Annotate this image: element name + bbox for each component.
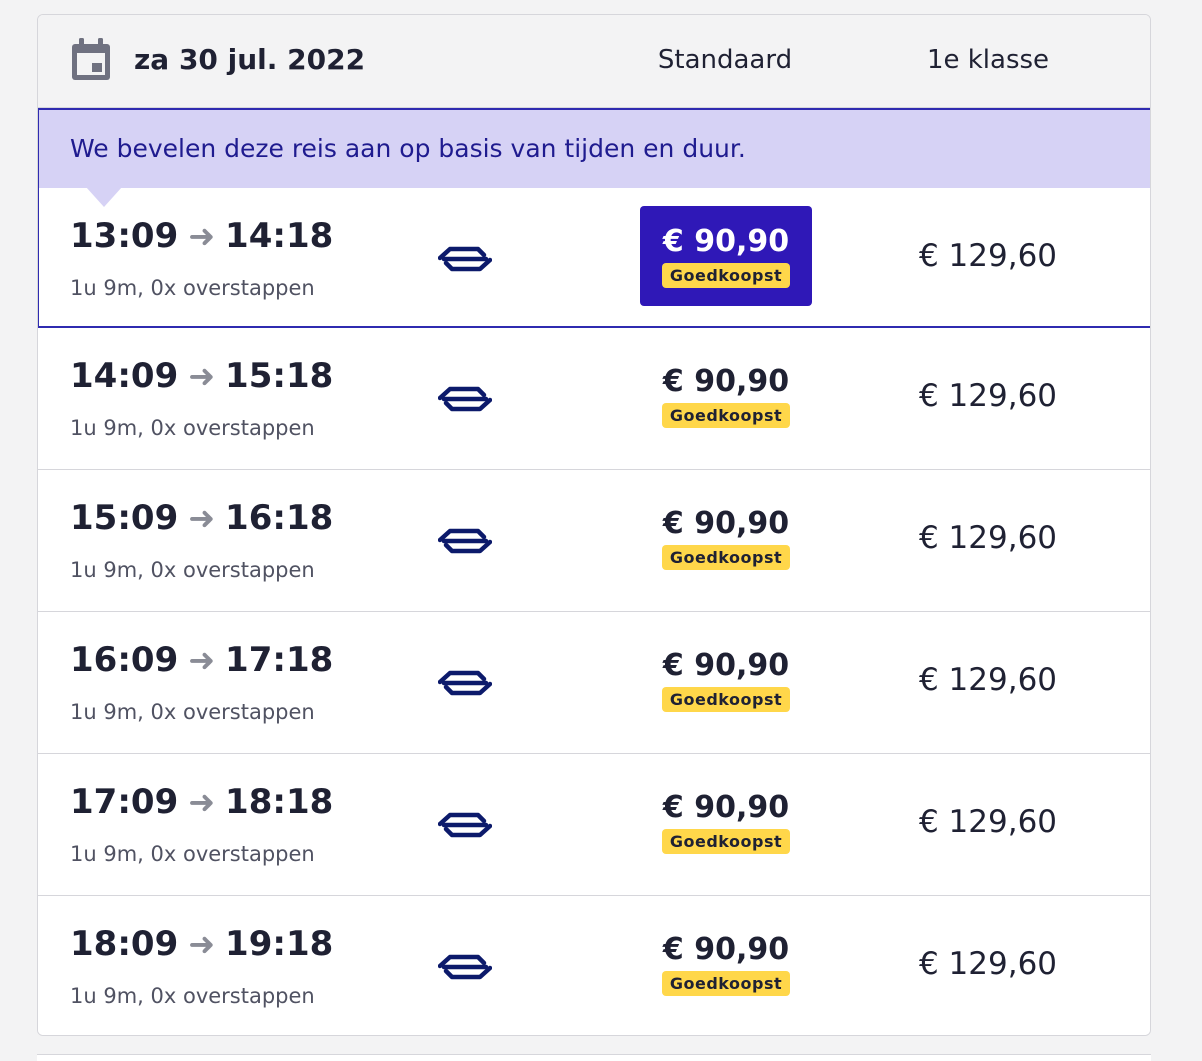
journey-times: 14:09 ➜ 15:18 — [70, 356, 333, 396]
ns-logo-icon — [438, 954, 492, 980]
standard-price: € 90,90 — [662, 790, 790, 825]
arrow-right-icon: ➜ — [188, 641, 216, 679]
ns-logo-icon — [438, 812, 492, 838]
first-class-price-option[interactable]: € 129,60 — [878, 378, 1098, 414]
arrow-right-icon: ➜ — [188, 925, 216, 963]
arrow-right-icon: ➜ — [188, 499, 216, 537]
standard-price-option[interactable]: € 90,90 Goedkoopst — [640, 206, 812, 306]
first-class-price-option[interactable]: € 129,60 — [878, 520, 1098, 556]
arrow-right-icon: ➜ — [188, 357, 216, 395]
arrival-time: 18:18 — [225, 782, 334, 822]
first-class-price-option[interactable]: € 129,60 — [878, 946, 1098, 982]
journey-duration-transfers: 1u 9m, 0x overstappen — [70, 276, 315, 300]
cheapest-badge: Goedkoopst — [661, 263, 791, 288]
column-header-standard: Standaard — [657, 45, 793, 75]
departure-time: 18:09 — [70, 924, 179, 964]
recommendation-banner: We bevelen deze reis aan op basis van ti… — [38, 108, 1150, 188]
cheapest-badge: Goedkoopst — [661, 687, 791, 712]
journey-duration-transfers: 1u 9m, 0x overstappen — [70, 842, 315, 866]
journey-row[interactable]: 16:09 ➜ 17:18 1u 9m, 0x overstappen € 90,9… — [38, 612, 1150, 754]
departure-time: 14:09 — [70, 356, 179, 396]
journey-row[interactable]: 18:09 ➜ 19:18 1u 9m, 0x overstappen € 90,9… — [38, 896, 1150, 1035]
travel-date: za 30 jul. 2022 — [134, 43, 366, 76]
journey-times: 13:09 ➜ 14:18 — [70, 216, 333, 256]
arrival-time: 17:18 — [225, 640, 334, 680]
recommendation-text: We bevelen deze reis aan op basis van ti… — [70, 134, 746, 163]
departure-time: 17:09 — [70, 782, 179, 822]
cheapest-badge: Goedkoopst — [661, 545, 791, 570]
journey-duration-transfers: 1u 9m, 0x overstappen — [70, 700, 315, 724]
journey-times: 18:09 ➜ 19:18 — [70, 924, 333, 964]
arrival-time: 15:18 — [225, 356, 334, 396]
ns-logo-icon — [438, 386, 492, 412]
standard-price-option[interactable]: € 90,90 Goedkoopst — [640, 346, 812, 446]
journey-row[interactable]: 15:09 ➜ 16:18 1u 9m, 0x overstappen € 90,9… — [38, 470, 1150, 612]
standard-price-option[interactable]: € 90,90 Goedkoopst — [640, 488, 812, 588]
standard-price: € 90,90 — [662, 364, 790, 399]
departure-time: 13:09 — [70, 216, 179, 256]
standard-price-option[interactable]: € 90,90 Goedkoopst — [640, 914, 812, 1014]
journey-times: 15:09 ➜ 16:18 — [70, 498, 333, 538]
standard-price: € 90,90 — [662, 224, 790, 259]
standard-price: € 90,90 — [662, 648, 790, 683]
journey-duration-transfers: 1u 9m, 0x overstappen — [70, 416, 315, 440]
cheapest-badge: Goedkoopst — [661, 971, 791, 996]
ns-logo-icon — [438, 246, 492, 272]
journey-options-panel: za 30 jul. 2022 Standaard 1e klasse We b… — [37, 14, 1151, 1036]
standard-price: € 90,90 — [662, 506, 790, 541]
first-class-price-option[interactable]: € 129,60 — [878, 662, 1098, 698]
first-class-price-option[interactable]: € 129,60 — [878, 804, 1098, 840]
standard-price: € 90,90 — [662, 932, 790, 967]
journey-row[interactable]: 17:09 ➜ 18:18 1u 9m, 0x overstappen € 90,9… — [38, 754, 1150, 896]
arrival-time: 16:18 — [225, 498, 334, 538]
standard-price-option[interactable]: € 90,90 Goedkoopst — [640, 630, 812, 730]
departure-time: 16:09 — [70, 640, 179, 680]
arrow-right-icon: ➜ — [188, 217, 216, 255]
standard-price-option[interactable]: € 90,90 Goedkoopst — [640, 772, 812, 872]
cheapest-badge: Goedkoopst — [661, 403, 791, 428]
ns-logo-icon — [438, 670, 492, 696]
journey-times: 17:09 ➜ 18:18 — [70, 782, 333, 822]
journey-duration-transfers: 1u 9m, 0x overstappen — [70, 558, 315, 582]
ns-logo-icon — [438, 528, 492, 554]
journey-duration-transfers: 1u 9m, 0x overstappen — [70, 984, 315, 1008]
recommendation-pointer — [86, 187, 122, 207]
table-header: za 30 jul. 2022 Standaard 1e klasse — [38, 15, 1150, 108]
arrow-right-icon: ➜ — [188, 783, 216, 821]
column-header-first-class: 1e klasse — [926, 45, 1050, 75]
journey-row[interactable]: 14:09 ➜ 15:18 1u 9m, 0x overstappen € 90,9… — [38, 328, 1150, 470]
journey-row[interactable]: 13:09 ➜ 14:18 1u 9m, 0x overstappen € 90,9… — [38, 188, 1150, 326]
arrival-time: 14:18 — [225, 216, 334, 256]
calendar-icon — [72, 38, 110, 80]
arrival-time: 19:18 — [225, 924, 334, 964]
journey-times: 16:09 ➜ 17:18 — [70, 640, 333, 680]
cheapest-badge: Goedkoopst — [661, 829, 791, 854]
first-class-price-option[interactable]: € 129,60 — [878, 238, 1098, 274]
departure-time: 15:09 — [70, 498, 179, 538]
